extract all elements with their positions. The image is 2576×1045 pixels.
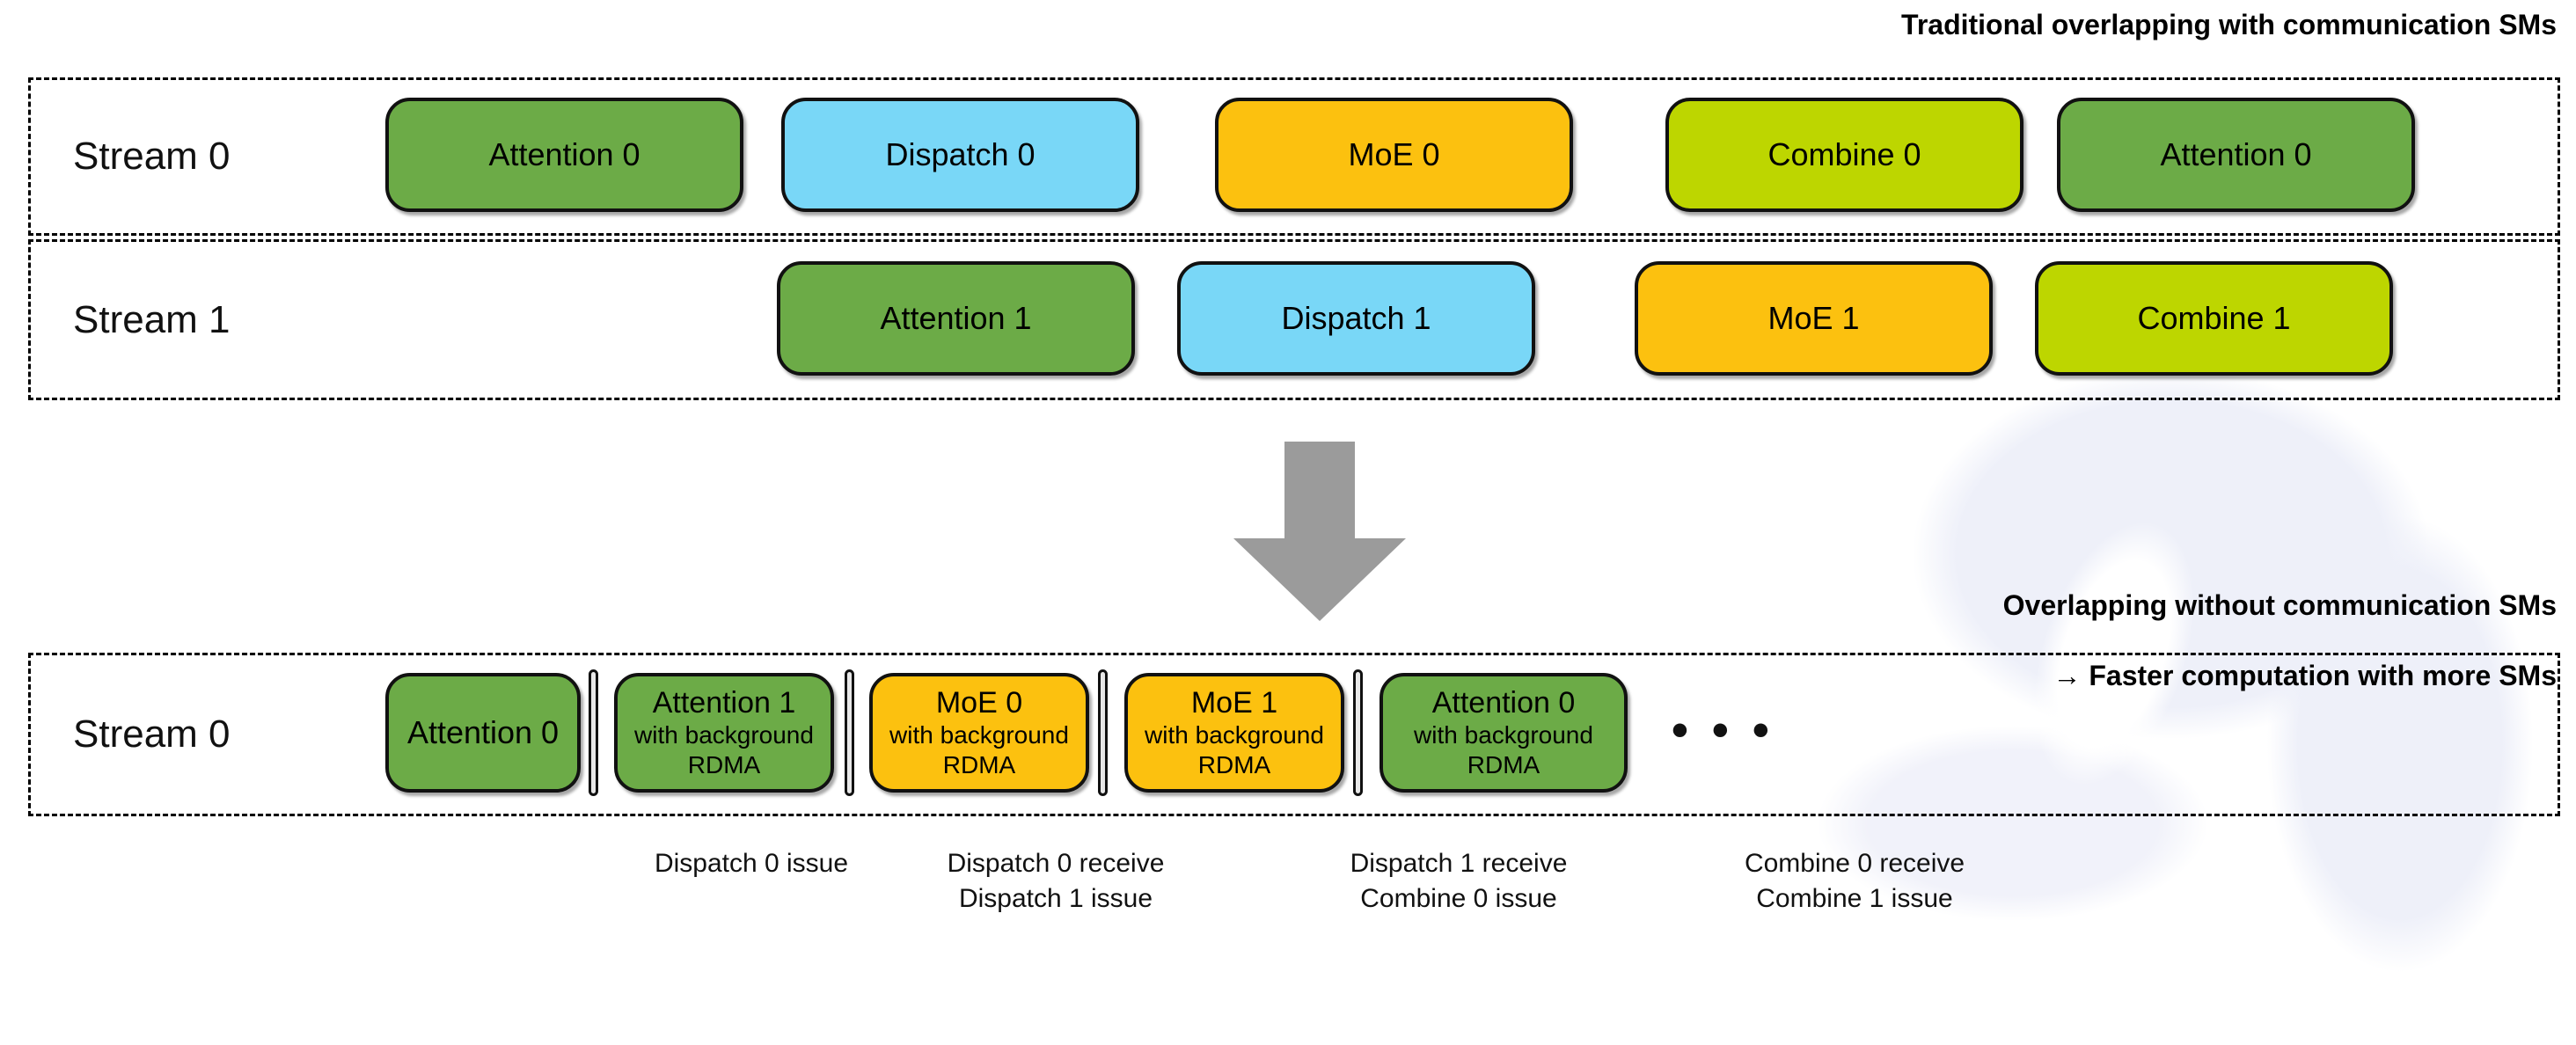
block-attention-0-top[interactable]: Attention 0 xyxy=(385,98,743,212)
block-subtitle: with background RDMA xyxy=(1414,721,1593,778)
annotation-line1: Dispatch 1 receive xyxy=(1350,849,1568,878)
caption-optimized-line2: → Faster computation with more SMs xyxy=(2053,660,2557,691)
block-title: Attention 0 xyxy=(2160,136,2312,172)
block-title: MoE 1 xyxy=(1190,686,1278,720)
diagram-canvas: Traditional overlapping with communicati… xyxy=(0,0,2576,1045)
block-title: MoE 1 xyxy=(1767,300,1860,336)
annotation-line2: Dispatch 1 issue xyxy=(958,884,1153,913)
block-moe-0-top[interactable]: MoE 0 xyxy=(1215,98,1573,212)
block-dispatch-1-mid[interactable]: Dispatch 1 xyxy=(1177,261,1535,376)
annotation-dispatch-0-receive: Dispatch 0 receive Dispatch 1 issue xyxy=(924,846,1188,917)
block-title: Attention 0 xyxy=(406,714,560,750)
separator-bar-2 xyxy=(845,669,854,796)
annotation-line1: Dispatch 0 issue xyxy=(654,849,849,878)
block-dispatch-0-top[interactable]: Dispatch 0 xyxy=(781,98,1139,212)
caption-optimized: Overlapping without communication SMs → … xyxy=(2003,552,2557,728)
lane-label-stream0-top: Stream 0 xyxy=(73,135,231,178)
block-title: Attention 0 xyxy=(1431,686,1576,720)
block-attention-1-bottom[interactable]: Attention 1 with background RDMA xyxy=(614,673,834,793)
caption-traditional: Traditional overlapping with communicati… xyxy=(1901,9,2557,40)
block-title: Combine 0 xyxy=(1767,136,1921,172)
lane-label-stream0-bottom: Stream 0 xyxy=(73,712,231,756)
block-title: MoE 0 xyxy=(1348,136,1440,172)
separator-bar-4 xyxy=(1353,669,1363,796)
block-combine-1-mid[interactable]: Combine 1 xyxy=(2035,261,2393,376)
block-moe-1-mid[interactable]: MoE 1 xyxy=(1635,261,1993,376)
transformation-arrow-icon xyxy=(1233,442,1406,621)
block-subtitle: with background RDMA xyxy=(1145,721,1324,778)
block-attention-1-mid[interactable]: Attention 1 xyxy=(777,261,1135,376)
block-attention-0-top-2[interactable]: Attention 0 xyxy=(2057,98,2415,212)
block-combine-0-top[interactable]: Combine 0 xyxy=(1665,98,2023,212)
caption-optimized-line1: Overlapping without communication SMs xyxy=(2002,589,2557,621)
block-title: Attention 1 xyxy=(880,300,1032,336)
annotation-line2: Combine 0 issue xyxy=(1360,884,1557,913)
annotation-dispatch-0-issue: Dispatch 0 issue xyxy=(637,846,866,881)
block-title: Dispatch 1 xyxy=(1281,300,1431,336)
block-attention-0-bottom[interactable]: Attention 0 xyxy=(385,673,581,793)
lane-label-stream1: Stream 1 xyxy=(73,297,231,341)
lane-stream1-traditional: Stream 1 Attention 1 Dispatch 1 MoE 1 Co… xyxy=(28,239,2560,400)
block-title: Combine 1 xyxy=(2137,300,2291,336)
separator-bar-1 xyxy=(589,669,598,796)
block-subtitle: with background RDMA xyxy=(634,721,814,778)
block-attention-0-bottom-2[interactable]: Attention 0 with background RDMA xyxy=(1379,673,1628,793)
separator-bar-3 xyxy=(1098,669,1108,796)
annotation-combine-0-receive: Combine 0 receive Combine 1 issue xyxy=(1723,846,1987,917)
block-moe-1-bottom[interactable]: MoE 1 with background RDMA xyxy=(1124,673,1344,793)
block-subtitle: with background RDMA xyxy=(889,721,1069,778)
block-title: Dispatch 0 xyxy=(885,136,1036,172)
lane-stream0-traditional: Stream 0 Attention 0 Dispatch 0 MoE 0 Co… xyxy=(28,77,2560,236)
annotation-line2: Combine 1 issue xyxy=(1756,884,1953,913)
block-title: Attention 0 xyxy=(488,136,640,172)
block-title: Attention 1 xyxy=(652,686,796,720)
continuation-ellipsis: • • • xyxy=(1672,704,1775,756)
block-moe-0-bottom[interactable]: MoE 0 with background RDMA xyxy=(869,673,1089,793)
annotation-line1: Combine 0 receive xyxy=(1744,849,1965,878)
annotation-dispatch-1-receive: Dispatch 1 receive Combine 0 issue xyxy=(1327,846,1591,917)
annotation-line1: Dispatch 0 receive xyxy=(947,849,1165,878)
block-title: MoE 0 xyxy=(935,686,1023,720)
